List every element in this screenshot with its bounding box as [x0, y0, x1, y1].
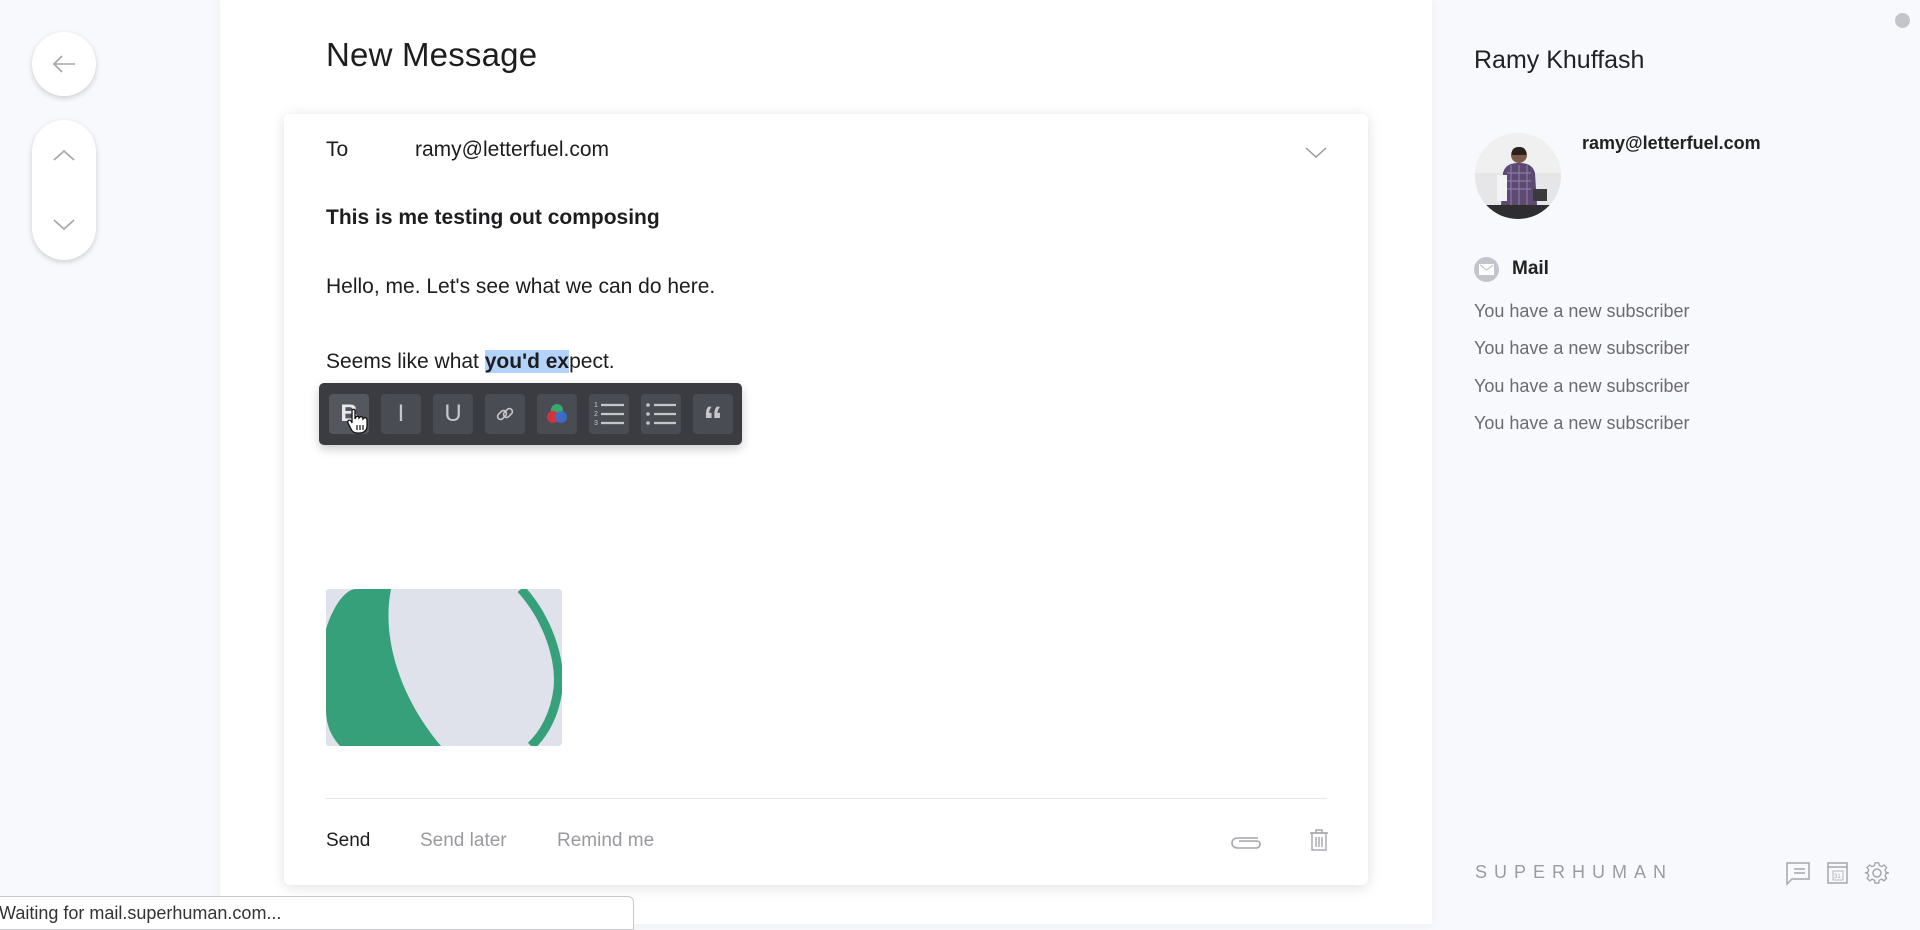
- formatting-toolbar: B I U 1 2 3 “: [319, 383, 742, 445]
- contact-name: Ramy Khuffash: [1474, 46, 1645, 74]
- chevron-down-icon: [1305, 147, 1327, 159]
- previous-message-button[interactable]: [32, 120, 96, 190]
- inline-image[interactable]: [326, 589, 562, 746]
- contact-photo: [1475, 133, 1561, 219]
- green-arc-image: [326, 589, 562, 746]
- expand-recipients-button[interactable]: [1304, 140, 1328, 164]
- svg-text:1: 1: [594, 402, 598, 409]
- subject-field[interactable]: This is me testing out composing: [326, 206, 660, 230]
- underline-button[interactable]: U: [433, 394, 473, 434]
- underline-icon: U: [444, 400, 462, 427]
- page-title: New Message: [326, 36, 538, 73]
- chevron-up-icon: [53, 149, 75, 161]
- recent-mail-item[interactable]: You have a new subscriber: [1474, 413, 1689, 434]
- remind-me-button[interactable]: Remind me: [557, 830, 654, 852]
- color-palette-icon: [547, 404, 567, 423]
- chat-button[interactable]: [1785, 860, 1811, 886]
- body-line[interactable]: Hello, me. Let's see what we can do here…: [326, 275, 715, 299]
- svg-text:3: 3: [594, 420, 598, 427]
- contact-email[interactable]: ramy@letterfuel.com: [1582, 133, 1761, 154]
- paperclip-icon: [1231, 837, 1261, 849]
- message-navigation: [32, 120, 96, 260]
- recent-mail-item[interactable]: You have a new subscriber: [1474, 301, 1689, 322]
- attach-button[interactable]: [1230, 832, 1262, 852]
- arrow-left-icon: [52, 55, 75, 73]
- selected-text: you'd ex: [484, 350, 570, 373]
- italic-button[interactable]: I: [381, 394, 421, 434]
- calendar-button[interactable]: 31: [1825, 860, 1851, 886]
- trash-icon: [1310, 829, 1328, 851]
- envelope-icon: [1479, 264, 1494, 275]
- avatar: [1475, 133, 1561, 219]
- chat-icon: [1786, 862, 1810, 886]
- svg-text:2: 2: [594, 411, 598, 418]
- back-button[interactable]: [32, 32, 96, 96]
- link-button[interactable]: [485, 394, 525, 434]
- to-label: To: [326, 138, 349, 161]
- bulleted-list-icon: [646, 403, 676, 425]
- numbered-list-button[interactable]: 1 2 3: [589, 394, 629, 434]
- chevron-down-icon: [53, 219, 75, 231]
- quote-icon: “: [703, 399, 723, 443]
- send-button[interactable]: Send: [326, 830, 370, 852]
- hand-cursor-icon: [347, 408, 368, 434]
- brand-logo: SUPERHUMAN: [1475, 862, 1674, 882]
- recent-mail-item[interactable]: You have a new subscriber: [1474, 376, 1689, 397]
- mail-section-label: Mail: [1512, 258, 1549, 279]
- link-icon: [496, 407, 514, 421]
- settings-button[interactable]: [1864, 860, 1890, 886]
- bold-button[interactable]: B: [329, 394, 369, 434]
- body-text: pect.: [569, 350, 615, 373]
- to-field[interactable]: ramy@letterfuel.com: [415, 138, 609, 162]
- quote-button[interactable]: “: [693, 394, 733, 441]
- svg-text:31: 31: [1834, 874, 1841, 880]
- discard-button[interactable]: [1309, 828, 1329, 852]
- text-color-button[interactable]: [537, 394, 577, 434]
- italic-icon: I: [397, 400, 405, 427]
- numbered-list-icon: 1 2 3: [594, 402, 624, 427]
- send-later-button[interactable]: Send later: [420, 830, 507, 852]
- calendar-icon: 31: [1827, 862, 1848, 884]
- status-dot: [1895, 13, 1910, 28]
- mail-section-icon: [1474, 257, 1499, 282]
- footer-divider: [326, 798, 1327, 799]
- body-text: Seems like what: [326, 350, 485, 373]
- browser-status-bar: Waiting for mail.superhuman.com...: [0, 896, 634, 930]
- recent-mail-item[interactable]: You have a new subscriber: [1474, 338, 1689, 359]
- gear-icon: [1864, 862, 1889, 884]
- next-message-button[interactable]: [32, 190, 96, 260]
- body-line[interactable]: Seems like what you'd expect.: [326, 350, 615, 374]
- bulleted-list-button[interactable]: [641, 394, 681, 434]
